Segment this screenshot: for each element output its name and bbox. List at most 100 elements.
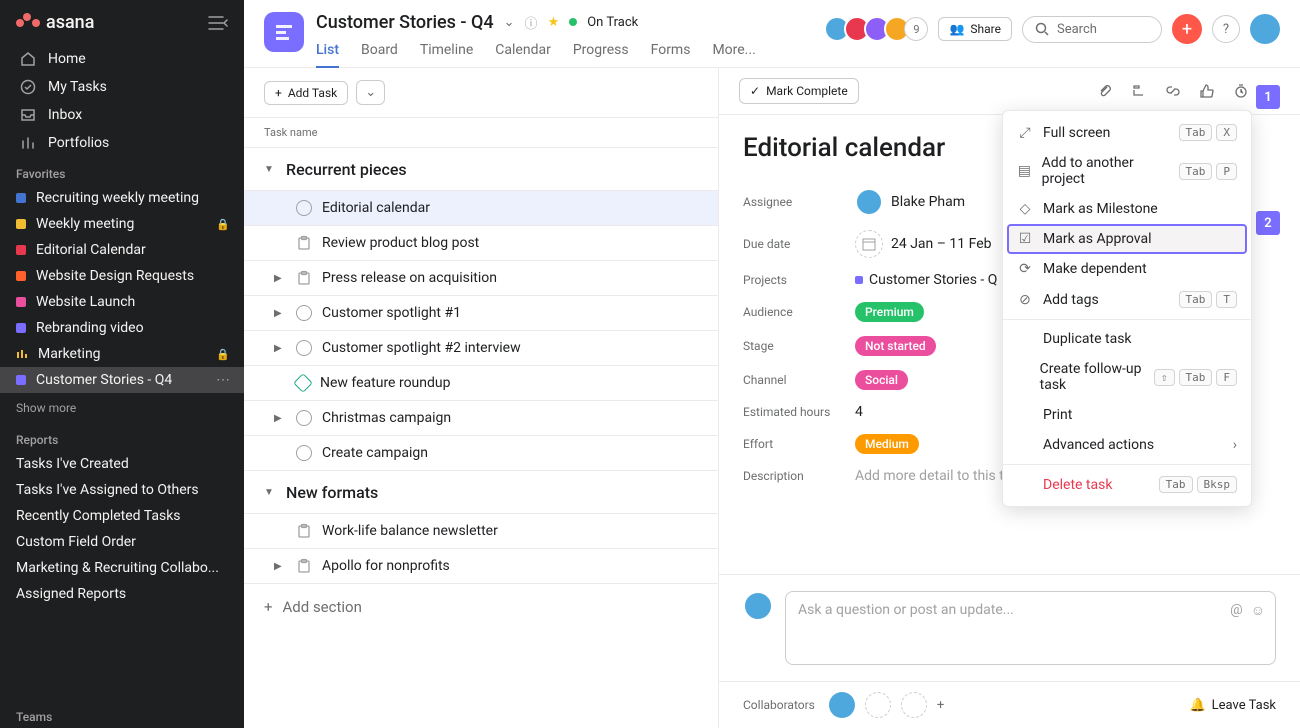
menu-advanced[interactable]: Advanced actions› [1003, 430, 1251, 460]
nav-my-tasks[interactable]: My Tasks [0, 73, 244, 101]
clipboard-icon[interactable] [296, 558, 312, 574]
sidebar-item-customer-stories-q4[interactable]: Customer Stories - Q4⋯ [0, 367, 244, 393]
tab-timeline[interactable]: Timeline [420, 42, 473, 68]
tab-more[interactable]: More... [712, 42, 755, 68]
task-check-icon[interactable] [296, 340, 312, 356]
more-icon[interactable]: ⋯ [216, 372, 230, 388]
collaborator-empty[interactable] [901, 692, 927, 718]
menu-approval[interactable]: ☑Mark as Approval [1007, 224, 1247, 254]
chevron-down-icon[interactable]: ⌄ [504, 15, 515, 30]
mark-complete-button[interactable]: ✓ Mark Complete [739, 78, 859, 104]
menu-followup[interactable]: Create follow-up task⇧TabF [1003, 354, 1251, 400]
add-collaborator[interactable]: + [937, 698, 944, 713]
channel-tag[interactable]: Social [855, 370, 908, 390]
menu-tags[interactable]: ⊘Add tagsTabT [1003, 284, 1251, 315]
subtask-icon[interactable] [1131, 83, 1147, 99]
user-avatar[interactable] [1250, 14, 1280, 44]
clipboard-icon[interactable] [296, 270, 312, 286]
hours-value[interactable]: 4 [855, 404, 863, 420]
menu-dependent[interactable]: ⟳Make dependent [1003, 254, 1251, 284]
task-check-icon[interactable] [296, 445, 312, 461]
milestone-check-icon[interactable] [293, 373, 313, 393]
show-more[interactable]: Show more [0, 393, 244, 423]
tab-calendar[interactable]: Calendar [495, 42, 551, 68]
logo[interactable]: asana [16, 12, 94, 33]
tag-icon: ⊘ [1017, 292, 1033, 308]
stage-tag[interactable]: Not started [855, 336, 936, 356]
help-button[interactable]: ? [1212, 15, 1240, 43]
menu-delete[interactable]: Delete taskTabBksp [1003, 469, 1251, 500]
clipboard-icon[interactable] [296, 523, 312, 539]
caret-right-icon[interactable]: ▶ [274, 273, 286, 284]
report-item[interactable]: Tasks I've Created [0, 451, 244, 477]
report-item[interactable]: Tasks I've Assigned to Others [0, 477, 244, 503]
report-item[interactable]: Assigned Reports [0, 581, 244, 607]
menu-milestone[interactable]: ◇Mark as Milestone [1003, 194, 1251, 224]
sidebar-item-website-launch[interactable]: Website Launch [0, 289, 244, 315]
description-label: Description [743, 469, 855, 483]
caret-right-icon[interactable]: ▶ [274, 561, 286, 572]
projects-value[interactable]: Customer Stories - Q [855, 272, 997, 288]
sidebar-item-weekly-meeting[interactable]: Weekly meeting🔒 [0, 211, 244, 237]
sidebar-item-rebranding-video[interactable]: Rebranding video [0, 315, 244, 341]
clipboard-icon[interactable] [296, 235, 312, 251]
task-check-icon[interactable] [296, 200, 312, 216]
sidebar-item-recruiting-weekly-meeting[interactable]: Recruiting weekly meeting [0, 185, 244, 211]
add-task-dropdown[interactable]: ⌄ [356, 80, 385, 105]
menu-duplicate[interactable]: Duplicate task [1003, 324, 1251, 354]
caret-right-icon[interactable]: ▶ [274, 308, 286, 319]
audience-tag[interactable]: Premium [855, 302, 924, 322]
like-icon[interactable] [1199, 83, 1215, 99]
project-dot-icon [855, 276, 863, 284]
star-icon[interactable]: ★ [548, 15, 560, 30]
add-task-button[interactable]: + Add Task [264, 81, 348, 105]
status-text[interactable]: On Track [587, 15, 638, 30]
sidebar-item-editorial-calendar[interactable]: Editorial Calendar [0, 237, 244, 263]
timer-icon[interactable] [1233, 83, 1249, 99]
link-icon[interactable] [1165, 83, 1181, 99]
nav-portfolios[interactable]: Portfolios [0, 129, 244, 157]
report-item[interactable]: Marketing & Recruiting Collabo... [0, 555, 244, 581]
menu-add-project[interactable]: ▤Add to another projectTabP [1003, 148, 1251, 194]
collapse-sidebar-icon[interactable] [208, 15, 228, 31]
avatar-overflow[interactable]: 9 [904, 17, 928, 41]
task-check-icon[interactable] [296, 410, 312, 426]
sidebar-item-label: Weekly meeting [36, 216, 134, 232]
bell-icon: 🔔 [1189, 698, 1205, 713]
sidebar-item-website-design-requests[interactable]: Website Design Requests [0, 263, 244, 289]
project-icon[interactable] [264, 12, 304, 52]
nav-inbox[interactable]: Inbox [0, 101, 244, 129]
at-icon[interactable]: @ [1230, 602, 1243, 619]
due-date-value[interactable]: 24 Jan – 11 Feb [855, 230, 992, 258]
menu-print[interactable]: Print [1003, 400, 1251, 430]
search-input[interactable]: Search [1022, 16, 1162, 43]
comment-input[interactable]: Ask a question or post an update... @☺ [785, 591, 1276, 665]
caret-right-icon[interactable]: ▶ [274, 413, 286, 424]
task-check-icon[interactable] [296, 305, 312, 321]
assignee-value[interactable]: Blake Pham [855, 188, 965, 216]
attachment-icon[interactable] [1097, 83, 1113, 99]
effort-tag[interactable]: Medium [855, 434, 919, 454]
emoji-icon[interactable]: ☺ [1251, 602, 1265, 619]
collaborator-avatar[interactable] [829, 692, 855, 718]
global-add-button[interactable]: + [1172, 14, 1202, 44]
info-icon[interactable]: ⓘ [525, 13, 538, 32]
report-item[interactable]: Custom Field Order [0, 529, 244, 555]
sidebar-item-label: Recruiting weekly meeting [36, 190, 199, 206]
project-dot-icon [16, 193, 26, 203]
menu-full-screen[interactable]: ⤢Full screenTabX [1003, 117, 1251, 148]
tab-progress[interactable]: Progress [573, 42, 629, 68]
expand-icon: ⤢ [1017, 125, 1033, 141]
tab-list[interactable]: List [316, 42, 339, 68]
report-item[interactable]: Recently Completed Tasks [0, 503, 244, 529]
collaborator-empty[interactable] [865, 692, 891, 718]
leave-task-button[interactable]: 🔔 Leave Task [1189, 698, 1276, 713]
share-button[interactable]: 👥 Share [938, 17, 1012, 41]
sidebar-item-marketing[interactable]: Marketing🔒 [0, 341, 244, 367]
tab-forms[interactable]: Forms [651, 42, 691, 68]
tab-board[interactable]: Board [361, 42, 398, 68]
member-avatars[interactable]: 9 [830, 16, 928, 42]
project-dot-icon [16, 219, 26, 229]
nav-home[interactable]: Home [0, 45, 244, 73]
caret-right-icon[interactable]: ▶ [274, 343, 286, 354]
